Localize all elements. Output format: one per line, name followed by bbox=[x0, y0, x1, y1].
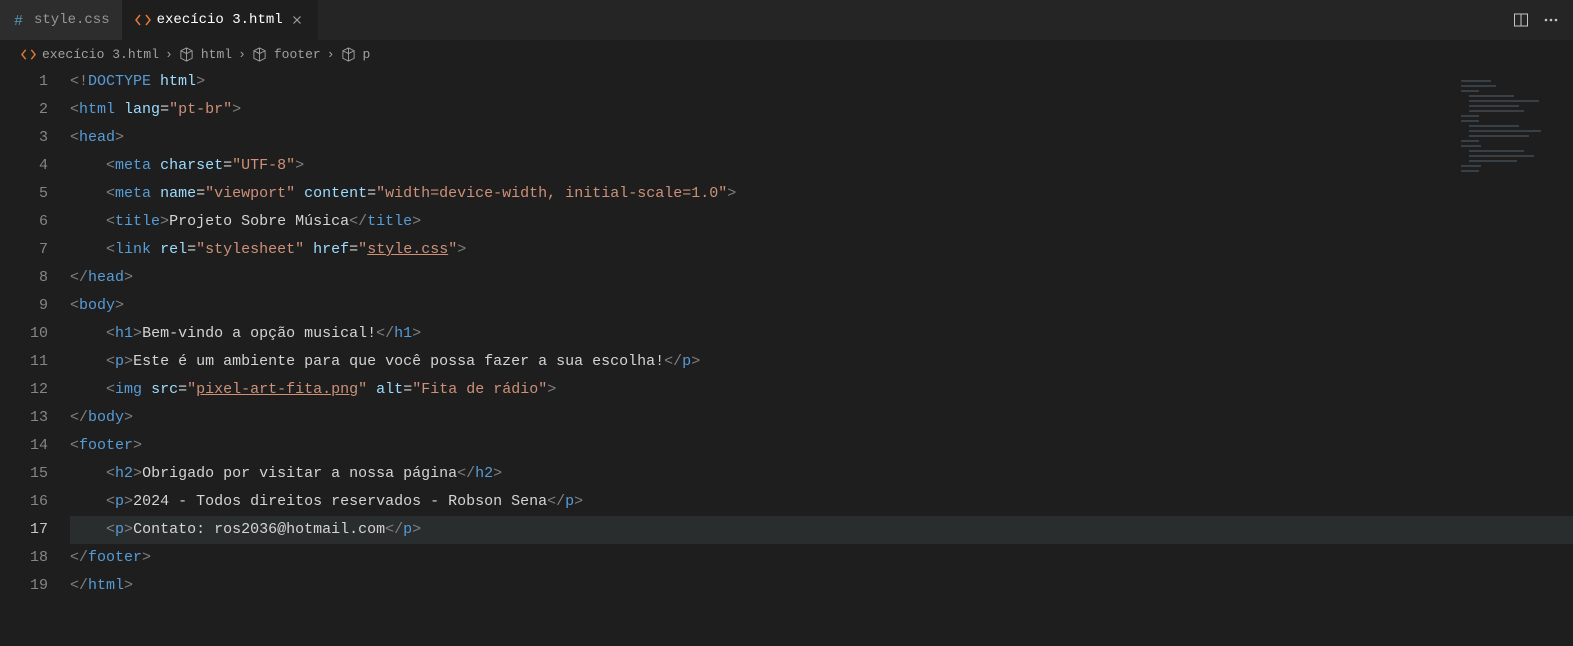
chevron-right-icon: › bbox=[327, 47, 335, 62]
breadcrumb[interactable]: execício 3.html › html › footer › p bbox=[0, 40, 1573, 68]
code-icon bbox=[20, 46, 36, 62]
minimap[interactable] bbox=[1461, 80, 1561, 200]
split-editor-icon[interactable] bbox=[1513, 12, 1529, 28]
code-icon bbox=[135, 12, 151, 28]
breadcrumb-item[interactable]: execício 3.html bbox=[42, 47, 159, 62]
chevron-right-icon: › bbox=[165, 47, 173, 62]
tab-label: execício 3.html bbox=[157, 12, 283, 28]
cube-icon bbox=[341, 46, 357, 62]
code-editor[interactable]: 1<!DOCTYPE html> 2<html lang="pt-br"> 3<… bbox=[0, 68, 1573, 600]
editor-actions bbox=[1513, 12, 1573, 28]
chevron-right-icon: › bbox=[238, 47, 246, 62]
breadcrumb-item[interactable]: html bbox=[201, 47, 232, 62]
tab-label: style.css bbox=[34, 12, 110, 28]
breadcrumb-item[interactable]: p bbox=[363, 47, 371, 62]
close-icon[interactable] bbox=[289, 12, 305, 28]
cube-icon bbox=[179, 46, 195, 62]
more-icon[interactable] bbox=[1543, 12, 1559, 28]
breadcrumb-item[interactable]: footer bbox=[274, 47, 321, 62]
tab-style-css[interactable]: # style.css bbox=[0, 0, 123, 40]
cube-icon bbox=[252, 46, 268, 62]
tab-execicio-html[interactable]: execício 3.html bbox=[123, 0, 318, 40]
svg-text:#: # bbox=[14, 13, 23, 28]
hash-icon: # bbox=[12, 12, 28, 28]
tabs-bar: # style.css execício 3.html bbox=[0, 0, 1573, 40]
